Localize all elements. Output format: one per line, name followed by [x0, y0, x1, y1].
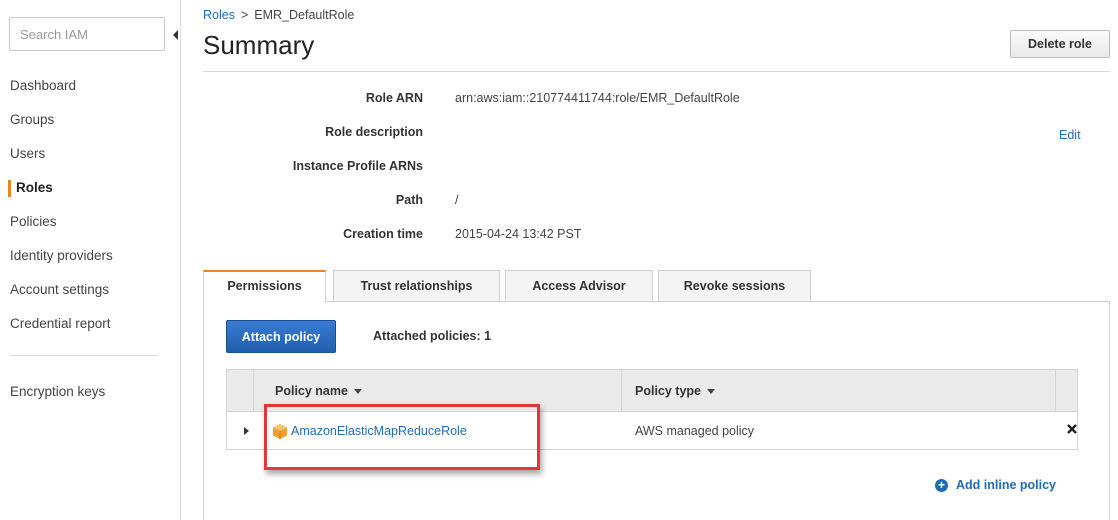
path-value: / [455, 193, 459, 207]
collapse-sidebar-icon[interactable] [172, 30, 180, 40]
table-row: AmazonElasticMapReduceRole AWS managed p… [226, 412, 1078, 450]
policy-type-header-label: Policy type [635, 384, 701, 398]
remove-policy-icon[interactable] [1066, 423, 1078, 435]
attach-policy-button[interactable]: Attach policy [226, 320, 336, 353]
sidebar-item-policies[interactable]: Policies [10, 210, 170, 244]
table-header-row: Policy name Policy type [226, 369, 1078, 413]
creation-time-label: Creation time [343, 227, 423, 241]
sidebar-item-account-settings[interactable]: Account settings [10, 278, 170, 312]
sidebar-item-users[interactable]: Users [10, 142, 170, 176]
breadcrumb-separator: > [240, 8, 249, 22]
sidebar-nav: Dashboard Groups Users Roles Policies Id… [8, 74, 170, 346]
sidebar-item-groups[interactable]: Groups [10, 108, 170, 142]
instance-profile-label: Instance Profile ARNs [292, 159, 423, 173]
column-divider [621, 370, 622, 413]
policy-type-cell: AWS managed policy [635, 424, 755, 438]
breadcrumb: Roles > EMR_DefaultRole [203, 8, 354, 22]
policy-link[interactable]: AmazonElasticMapReduceRole [291, 424, 467, 438]
column-header-policy-name[interactable]: Policy name [275, 370, 362, 413]
column-divider [253, 370, 254, 413]
delete-role-button[interactable]: Delete role [1010, 30, 1110, 58]
tab-permissions[interactable]: Permissions [203, 270, 326, 303]
column-divider [1055, 370, 1056, 413]
sidebar-item-identity-providers[interactable]: Identity providers [10, 244, 170, 278]
plus-circle-icon: + [935, 478, 948, 492]
policy-name-header-label: Policy name [275, 384, 348, 398]
tab-trust-relationships[interactable]: Trust relationships [333, 270, 500, 302]
tab-revoke-sessions[interactable]: Revoke sessions [658, 270, 811, 302]
sidebar-item-roles[interactable]: Roles [8, 176, 170, 210]
detail-row-role-arn: Role ARN arn:aws:iam::210774411744:role/… [203, 91, 1103, 125]
sort-caret-icon [353, 389, 362, 395]
detail-row-description: Role description [203, 125, 1103, 159]
attached-policies-count: Attached policies: 1 [373, 329, 492, 343]
policy-name-cell: AmazonElasticMapReduceRole [273, 412, 467, 450]
sidebar-item-credential-report[interactable]: Credential report [10, 312, 170, 346]
role-arn-value: arn:aws:iam::210774411744:role/EMR_Defau… [455, 91, 740, 105]
sidebar-item-encryption-keys[interactable]: Encryption keys [10, 384, 105, 399]
detail-row-path: Path / [203, 193, 1103, 227]
policy-table: Policy name Policy type AmazonElasticMap… [226, 369, 1078, 450]
sort-caret-icon [707, 389, 715, 395]
tab-access-advisor[interactable]: Access Advisor [505, 270, 653, 302]
detail-row-creation-time: Creation time 2015-04-24 13:42 PST [203, 227, 1103, 261]
role-description-label: Role description [325, 125, 423, 139]
breadcrumb-roles-link[interactable]: Roles [203, 8, 235, 22]
detail-row-instance-profile: Instance Profile ARNs [203, 159, 1103, 193]
breadcrumb-current: EMR_DefaultRole [254, 8, 355, 22]
aws-managed-policy-icon [273, 424, 287, 440]
header-divider [203, 71, 1110, 72]
sidebar-section-divider [10, 355, 158, 356]
page-title: Summary [203, 30, 315, 60]
column-header-policy-type[interactable]: Policy type [635, 370, 715, 413]
role-arn-label: Role ARN [365, 91, 423, 105]
path-label: Path [395, 193, 423, 207]
sidebar-item-dashboard[interactable]: Dashboard [10, 74, 170, 108]
creation-time-value: 2015-04-24 13:42 PST [455, 227, 582, 241]
add-inline-policy-label: Add inline policy [956, 478, 1057, 492]
role-details: Role ARN arn:aws:iam::210774411744:role/… [203, 91, 1103, 261]
search-input[interactable] [9, 17, 165, 51]
sidebar-divider [180, 0, 181, 520]
expand-row-icon[interactable] [244, 427, 249, 435]
edit-description-link[interactable]: Edit [1059, 128, 1081, 142]
add-inline-policy-link[interactable]: + Add inline policy [935, 478, 1056, 492]
